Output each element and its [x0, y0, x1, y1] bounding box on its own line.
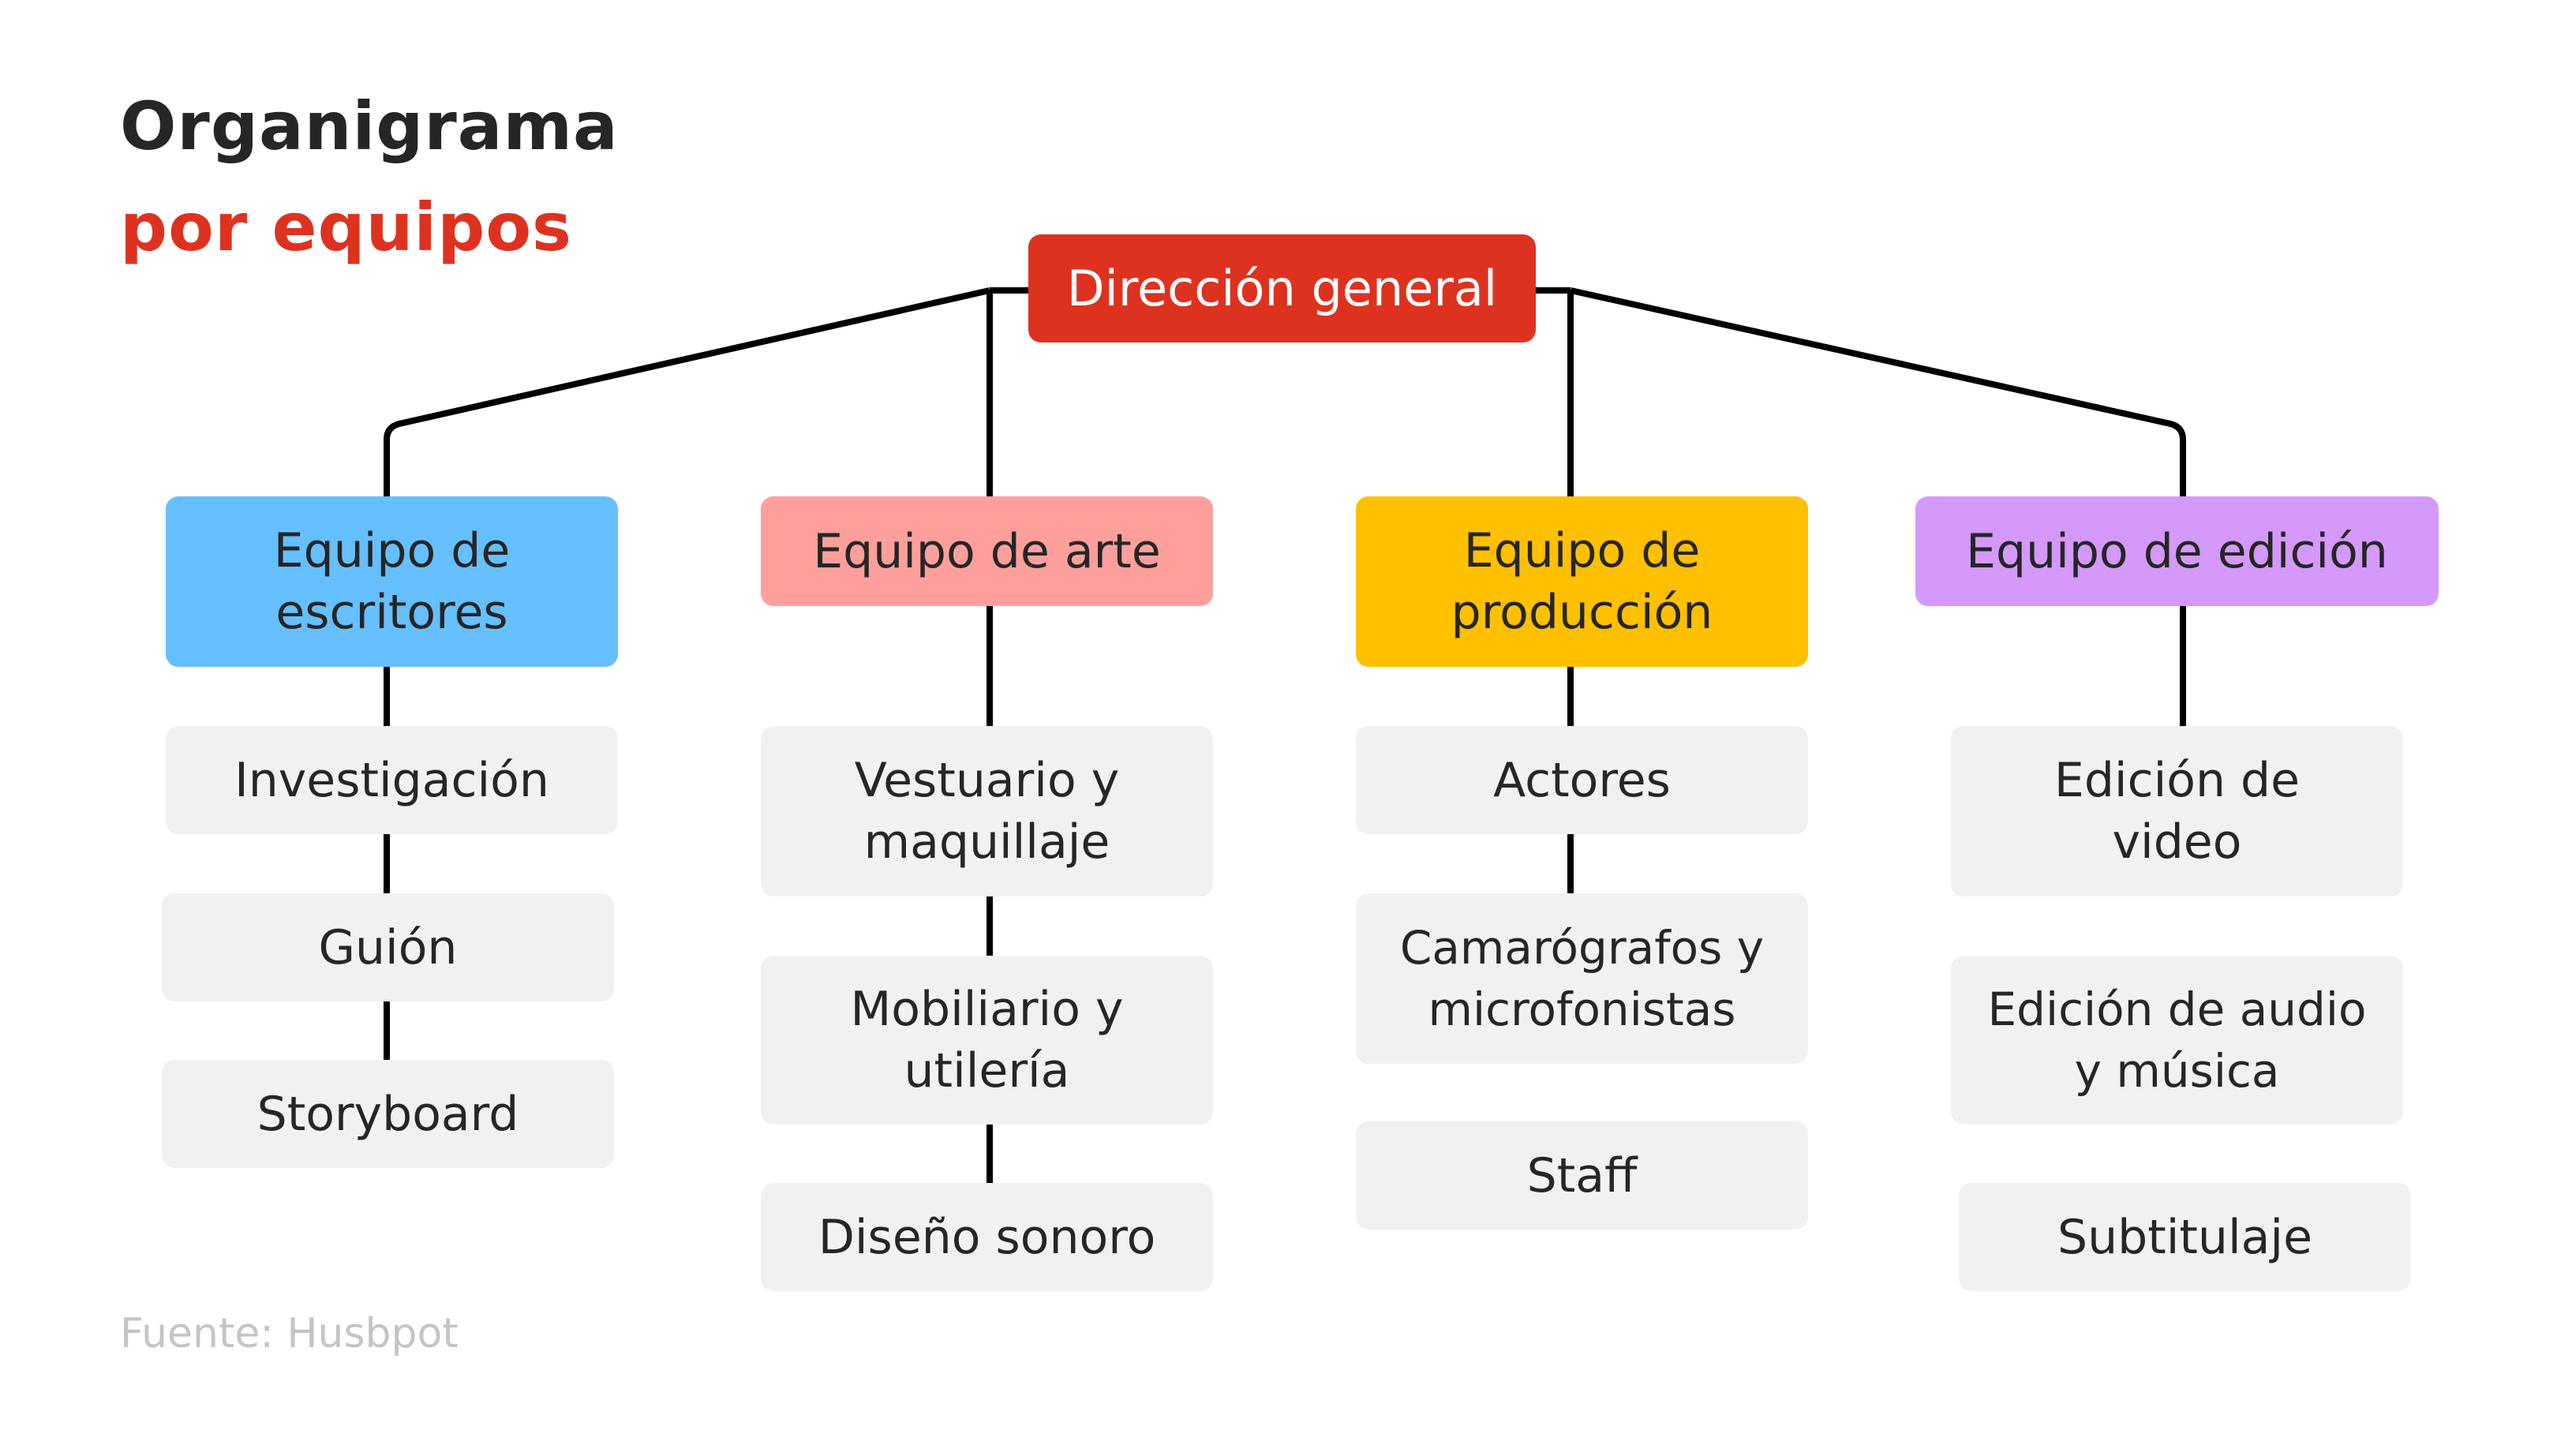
- node-vestuario-maquillaje[interactable]: Vestuario y maquillaje: [761, 726, 1213, 896]
- node-edicion-audio-musica[interactable]: Edición de audio y música: [1951, 956, 2403, 1125]
- node-label: Guión: [318, 919, 458, 975]
- node-subtitulaje[interactable]: Subtitulaje: [1959, 1183, 2411, 1291]
- node-equipo-escritores[interactable]: Equipo de escritores: [166, 496, 618, 667]
- node-label: Actores: [1493, 752, 1671, 808]
- node-label: Camarógrafos y microfonistas: [1399, 921, 1765, 1036]
- node-equipo-arte[interactable]: Equipo de arte: [761, 496, 1213, 606]
- node-equipo-produccion[interactable]: Equipo de producción: [1356, 496, 1808, 667]
- source-footer: Fuente: Husbpot: [120, 1310, 459, 1357]
- node-label: Edición de audio y música: [1987, 983, 2367, 1098]
- node-label: Vestuario y maquillaje: [854, 753, 1120, 870]
- node-label: Subtitulaje: [2057, 1209, 2312, 1265]
- node-label: Dirección general: [1066, 259, 1498, 317]
- node-guion[interactable]: Guión: [162, 893, 614, 1001]
- node-label: Diseño sonoro: [818, 1209, 1156, 1265]
- node-staff[interactable]: Staff: [1356, 1121, 1808, 1230]
- connector-to-edicion: [1570, 287, 2186, 496]
- node-label: Mobiliario y utilería: [850, 982, 1124, 1099]
- node-equipo-edicion[interactable]: Equipo de edición: [1915, 496, 2439, 606]
- node-label: Staff: [1526, 1147, 1638, 1203]
- node-diseno-sonoro[interactable]: Diseño sonoro: [761, 1183, 1213, 1291]
- node-direccion-general[interactable]: Dirección general: [1028, 234, 1536, 342]
- node-label: Equipo de escritores: [273, 523, 511, 640]
- node-edicion-video[interactable]: Edición de video: [1951, 726, 2403, 896]
- node-label: Equipo de arte: [813, 523, 1161, 579]
- node-label: Investigación: [234, 752, 549, 808]
- node-investigacion[interactable]: Investigación: [166, 726, 618, 834]
- node-label: Storyboard: [256, 1086, 519, 1142]
- connector-to-escritores: [384, 287, 990, 496]
- node-actores[interactable]: Actores: [1356, 726, 1808, 834]
- node-label: Equipo de producción: [1451, 523, 1713, 640]
- node-mobiliario-utileria[interactable]: Mobiliario y utilería: [761, 956, 1213, 1125]
- node-label: Equipo de edición: [1966, 523, 2388, 579]
- node-storyboard[interactable]: Storyboard: [162, 1060, 614, 1168]
- node-camarografos-microfonistas[interactable]: Camarógrafos y microfonistas: [1356, 893, 1808, 1064]
- node-label: Edición de video: [2053, 753, 2301, 870]
